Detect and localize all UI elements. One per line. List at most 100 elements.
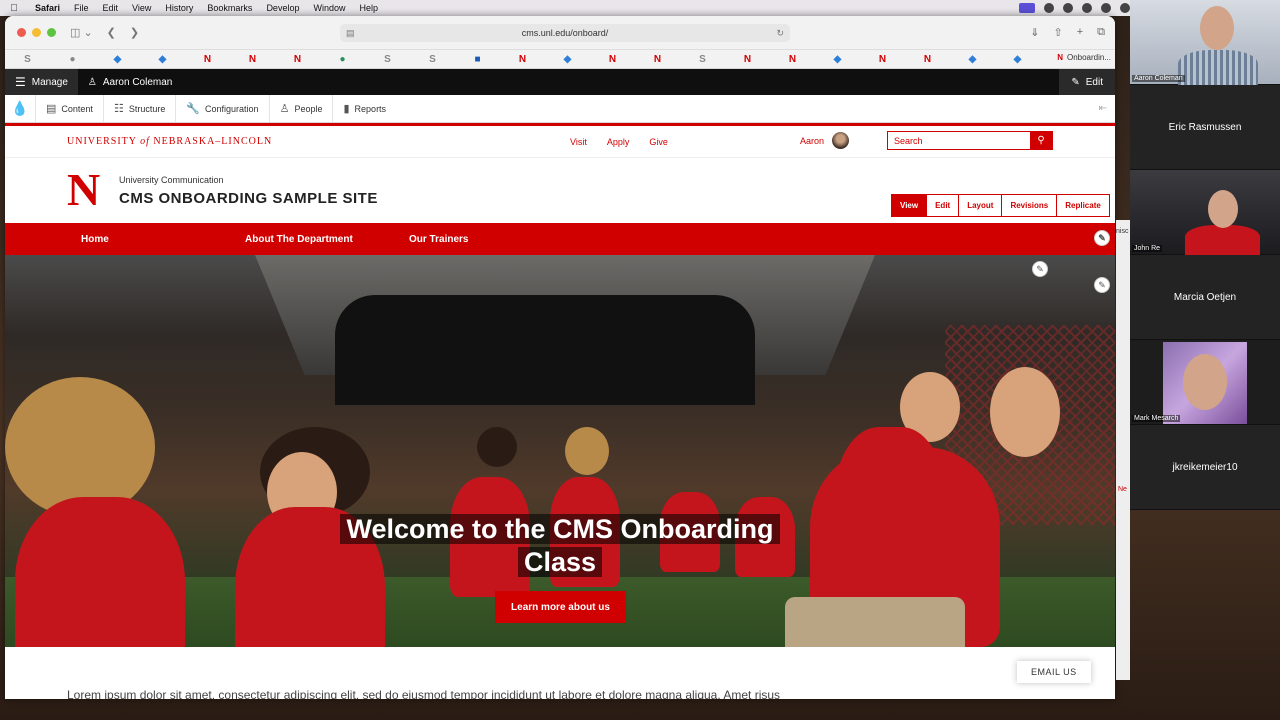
tab-view[interactable]: View [892,195,927,216]
learn-more-button[interactable]: Learn more about us [495,591,626,623]
admin-item-people[interactable]: ♙ People [268,95,333,122]
address-bar[interactable]: ▤ cms.unl.edu/onboard/ ↻ [340,24,790,42]
menu-edit[interactable]: Edit [96,3,126,13]
favorite-drupal-icon[interactable]: ◆ [545,54,590,65]
status-icon[interactable] [1044,3,1054,13]
extension-icon[interactable] [1063,3,1073,13]
bluetooth-icon[interactable] [1101,3,1111,13]
participant-tile[interactable]: Mark Mesarch [1130,340,1280,425]
url-text[interactable]: cms.unl.edu/onboard/ [522,28,609,38]
favorite-unl-icon[interactable]: N [500,54,545,65]
menu-view[interactable]: View [125,3,158,13]
favorite-outlook-icon[interactable]: ■ [455,54,500,65]
collapse-toolbar-icon[interactable]: ⇤ [1099,103,1107,114]
fullscreen-window-icon[interactable] [47,28,56,37]
menu-app[interactable]: Safari [28,3,67,13]
menu-bookmarks[interactable]: Bookmarks [200,3,259,13]
favorite-unl-icon[interactable]: N [185,54,230,65]
favorite-unl-icon[interactable]: N [275,54,320,65]
favorite-drupal-icon[interactable]: ◆ [950,54,995,65]
drupal-drop-icon[interactable]: 💧 [5,100,35,117]
favorite-unl-icon[interactable]: N [590,54,635,65]
tab-replicate[interactable]: Replicate [1056,195,1109,216]
background-window-edge: nisc Ne [1116,220,1130,680]
contextual-edit-icon[interactable]: ✎ [1094,277,1110,293]
contextual-edit-icon[interactable]: ✎ [1032,261,1048,277]
admin-item-label: People [294,103,323,114]
nav-home[interactable]: Home [81,234,109,245]
favorite-unl-icon[interactable]: N [725,54,770,65]
link-give[interactable]: Give [649,137,668,147]
favorite-unl-icon[interactable]: N [860,54,905,65]
favorite-cat-icon[interactable]: ● [50,54,95,65]
reload-icon[interactable]: ↻ [776,28,784,39]
participant-tile[interactable]: John Re [1130,170,1280,255]
favorite-s-icon[interactable]: S [680,54,725,65]
admin-item-configuration[interactable]: 🔧 Configuration [175,95,268,122]
drupal-admin-menu: 💧 ▤ Content ☷ Structure 🔧 Configuration … [5,95,1115,123]
wrench-icon: 🔧 [186,103,201,115]
manage-button[interactable]: ☰ Manage [5,69,78,95]
tab-revisions[interactable]: Revisions [1001,195,1057,216]
forward-icon[interactable]: ❯ [130,26,139,39]
favorite-globe-icon[interactable]: ● [320,54,365,65]
favorite-unl-icon[interactable]: N [230,54,275,65]
unl-n-logo[interactable]: N [67,167,107,213]
nav-about[interactable]: About The Department [245,234,353,245]
participant-tile[interactable]: Marcia Oetjen [1130,255,1280,340]
participant-tile[interactable]: Eric Rasmussen [1130,85,1280,170]
contextual-edit-icon[interactable]: ✎ [1094,230,1110,246]
menu-window[interactable]: Window [306,3,352,13]
email-us-button[interactable]: EMAIL US [1017,661,1091,683]
favorite-drupal-icon[interactable]: ◆ [140,54,185,65]
unl-wordmark-of: of [140,136,150,147]
participant-name: Marcia Oetjen [1173,291,1237,303]
screen-share-icon[interactable] [1019,3,1035,13]
participant-tile[interactable]: Aaron Coleman [1130,0,1280,85]
tab-layout[interactable]: Layout [958,195,1002,216]
close-window-icon[interactable] [17,28,26,37]
unl-wordmark[interactable]: UNIVERSITY of NEBRASKA–LINCOLN [67,136,272,147]
favorite-s-icon[interactable]: S [5,54,50,65]
favorite-s-icon[interactable]: S [365,54,410,65]
downloads-icon[interactable]: ⇓ [1030,26,1039,39]
minimize-window-icon[interactable] [32,28,41,37]
toolbar-edit-button[interactable]: ✎ Edit [1059,69,1115,95]
search-input[interactable] [888,132,1030,149]
menu-develop[interactable]: Develop [259,3,306,13]
admin-item-reports[interactable]: ▮ Reports [332,95,396,122]
back-icon[interactable]: ❮ [107,26,116,39]
browser-titlebar: ◫ ⌄ ❮ ❯ ▤ cms.unl.edu/onboard/ ↻ ⇓ ⇧ + ⧉ [5,16,1115,50]
favorite-unl-icon[interactable]: N [635,54,680,65]
site-title[interactable]: CMS ONBOARDING SAMPLE SITE [119,190,378,207]
macos-menubar:  Safari File Edit View History Bookmark… [0,0,1280,16]
tabs-overview-icon[interactable]: ⧉ [1097,26,1105,39]
user-menu[interactable]: ♙ Aaron Coleman [78,77,182,88]
favorite-unl-icon[interactable]: N [905,54,950,65]
favorite-onboarding[interactable]: N Onboardin... [1057,53,1111,62]
favorite-drupal-icon[interactable]: ◆ [95,54,140,65]
admin-item-content[interactable]: ▤ Content [35,95,103,122]
share-icon[interactable]: ⇧ [1053,26,1062,39]
sidebar-toggle-icon[interactable]: ◫ ⌄ [70,26,93,39]
shield-icon[interactable] [1082,3,1092,13]
participant-tile[interactable]: jkreikemeier10 [1130,425,1280,510]
apple-icon[interactable]:  [0,3,28,14]
nav-trainers[interactable]: Our Trainers [409,234,468,245]
admin-item-structure[interactable]: ☷ Structure [102,95,175,122]
search-icon[interactable]: ⚲ [1030,132,1052,149]
unl-user-menu[interactable]: Aaron [800,132,850,149]
link-visit[interactable]: Visit [570,137,587,147]
link-apply[interactable]: Apply [607,137,630,147]
wifi-icon[interactable] [1120,3,1130,13]
tab-edit[interactable]: Edit [926,195,959,216]
menu-help[interactable]: Help [352,3,385,13]
site-affiliation[interactable]: University Communication [119,175,224,185]
favorite-drupal-icon[interactable]: ◆ [995,54,1040,65]
favorite-drupal-icon[interactable]: ◆ [815,54,860,65]
new-tab-icon[interactable]: + [1077,26,1083,39]
favorite-unl-icon[interactable]: N [770,54,815,65]
menu-history[interactable]: History [158,3,200,13]
favorite-s-icon[interactable]: S [410,54,455,65]
menu-file[interactable]: File [67,3,96,13]
